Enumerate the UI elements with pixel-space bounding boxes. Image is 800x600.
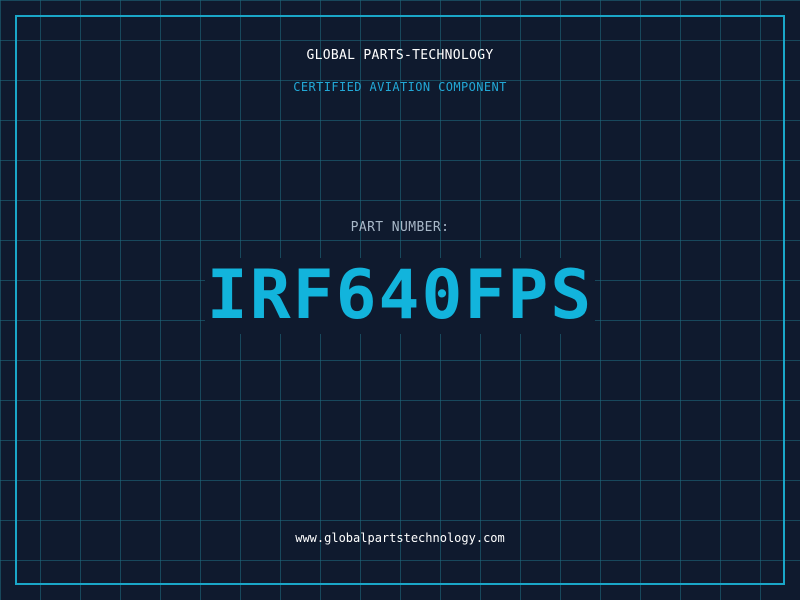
part-number-container: IRF640FPS	[0, 258, 800, 334]
website-url: www.globalpartstechnology.com	[295, 531, 505, 545]
certification-subtitle: CERTIFIED AVIATION COMPONENT	[293, 80, 507, 94]
part-number-value: IRF640FPS	[204, 256, 596, 335]
product-card: GLOBAL PARTS-TECHNOLOGY CERTIFIED AVIATI…	[0, 0, 800, 600]
part-number-label: PART NUMBER:	[350, 220, 450, 235]
company-name: GLOBAL PARTS-TECHNOLOGY	[306, 48, 494, 63]
